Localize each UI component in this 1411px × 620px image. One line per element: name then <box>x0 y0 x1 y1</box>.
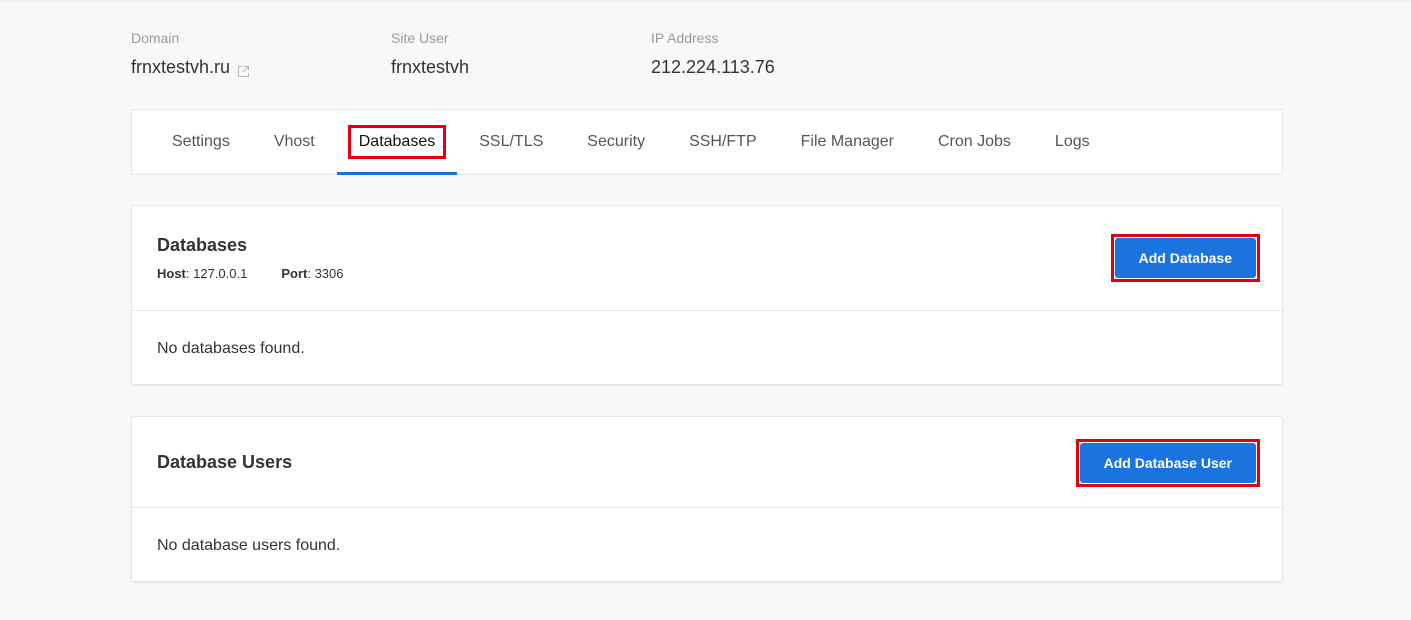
database-users-empty-message: No database users found. <box>157 537 341 554</box>
tab-ssl-tls[interactable]: SSL/TLS <box>457 110 565 174</box>
ip-address-value: 212.224.113.76 <box>651 57 775 77</box>
domain-label: Domain <box>131 30 180 46</box>
tab-logs[interactable]: Logs <box>1033 110 1112 174</box>
tab-settings[interactable]: Settings <box>150 110 252 174</box>
connection-info: Host: 127.0.0.1 Port: 3306 <box>157 266 378 281</box>
external-link-icon[interactable] <box>237 61 250 77</box>
database-users-title: Database Users <box>157 452 293 472</box>
tab-bar: Settings Vhost Databases SSL/TLS Securit… <box>131 109 1283 175</box>
databases-card: Databases Host: 127.0.0.1 Port: 3306 Add… <box>131 205 1283 385</box>
port-value: 3306 <box>314 266 344 281</box>
domain-info: Domain frnxtestvh.ru <box>131 30 391 78</box>
host-value: 127.0.0.1 <box>193 266 248 281</box>
add-database-highlight: Add Database <box>1110 234 1260 282</box>
tab-databases[interactable]: Databases <box>336 110 458 175</box>
database-users-card: Database Users Add Database User No data… <box>131 416 1283 582</box>
domain-value: frnxtestvh.ru <box>131 57 231 77</box>
database-users-card-header: Database Users Add Database User <box>132 417 1282 508</box>
databases-card-header: Databases Host: 127.0.0.1 Port: 3306 Add… <box>132 206 1282 311</box>
ip-address-info: IP Address 212.224.113.76 <box>651 30 911 78</box>
top-shadow <box>0 0 1411 3</box>
ip-address-label: IP Address <box>651 30 719 46</box>
databases-empty-message: No databases found. <box>157 340 305 357</box>
add-database-button[interactable]: Add Database <box>1114 238 1256 278</box>
tab-vhost[interactable]: Vhost <box>252 110 337 174</box>
host-info: Host: 127.0.0.1 <box>157 266 248 281</box>
add-database-user-button[interactable]: Add Database User <box>1079 443 1256 483</box>
tab-cron-jobs[interactable]: Cron Jobs <box>916 110 1033 174</box>
tab-ssh-ftp[interactable]: SSH/FTP <box>667 110 779 174</box>
tab-file-manager[interactable]: File Manager <box>779 110 916 174</box>
add-database-user-highlight: Add Database User <box>1075 439 1260 487</box>
site-info: Domain frnxtestvh.ru Site User frnxtestv… <box>131 30 911 78</box>
site-user-label: Site User <box>391 30 449 46</box>
databases-title: Databases <box>157 235 248 255</box>
site-user-info: Site User frnxtestvh <box>391 30 651 78</box>
site-user-value: frnxtestvh <box>391 57 470 77</box>
tab-security[interactable]: Security <box>565 110 667 174</box>
port-info: Port: 3306 <box>281 266 344 281</box>
